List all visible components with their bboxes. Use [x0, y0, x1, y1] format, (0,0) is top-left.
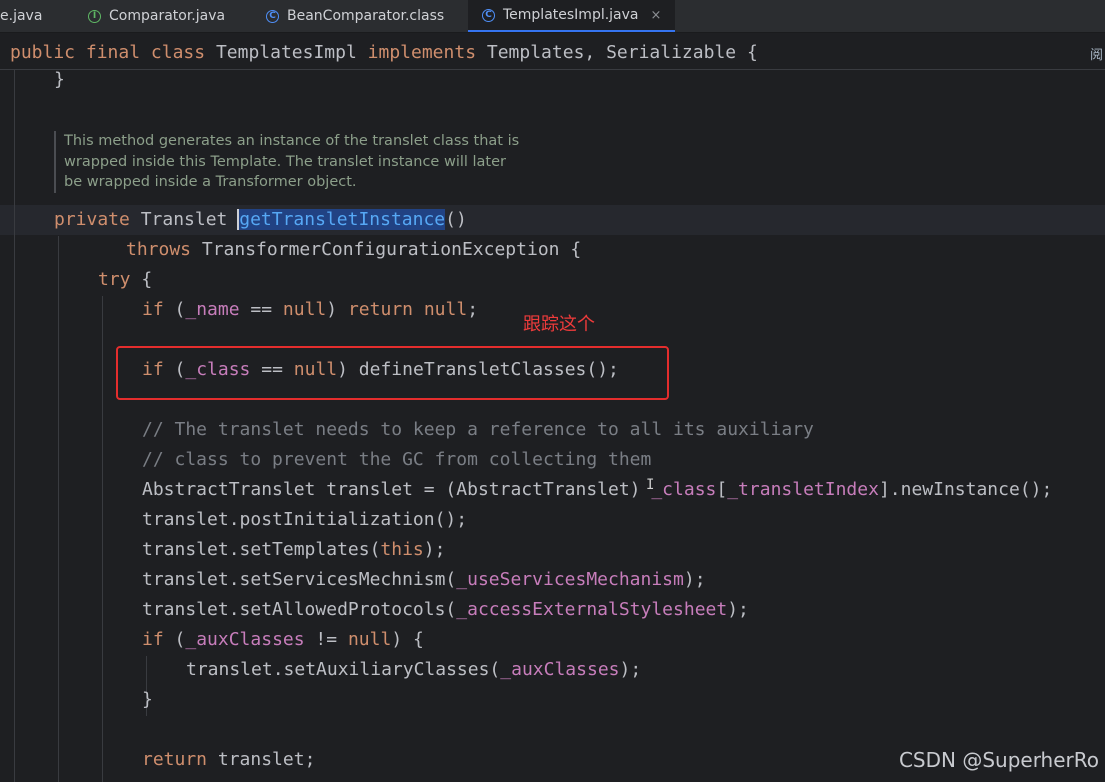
code-line: } [142, 689, 153, 710]
indent-guide [58, 236, 59, 782]
watermark: CSDN @SuperherRo [898, 748, 1099, 772]
class-icon: C [482, 8, 495, 22]
annotation-note: 跟踪这个 [523, 314, 595, 335]
indent-guide [102, 296, 103, 782]
code-line: translet.setTemplates(this); [142, 539, 446, 560]
tab-label: TemplatesImpl.java [503, 7, 639, 23]
code-line: translet.setServicesMechnism(_useService… [142, 569, 706, 590]
sticky-class-header: public final class TemplatesImpl impleme… [0, 33, 1105, 70]
comment-line: // The translet needs to keep a referenc… [142, 419, 814, 440]
editor-tab-bar: e.java I Comparator.java C BeanComparato… [0, 0, 1105, 33]
code-line: if (_auxClasses != null) { [142, 629, 424, 650]
tab-comparator-java[interactable]: I Comparator.java [88, 0, 225, 32]
throws-line: throws TransformerConfigurationException… [126, 239, 582, 260]
close-icon[interactable]: × [651, 8, 662, 23]
if-name-null-line: if (_name == null) return null; [142, 299, 479, 320]
text-cursor-icon: I [646, 477, 655, 493]
interface-icon: I [88, 9, 101, 23]
return-line: return translet; [142, 749, 316, 770]
tab-label: BeanComparator.class [287, 8, 445, 24]
method-declaration-line: private Translet getTransletInstance() [54, 209, 467, 230]
code-line: translet.postInitialization(); [142, 509, 468, 530]
new-instance-line: AbstractTranslet translet = (AbstractTra… [142, 479, 1053, 500]
tab-templatesimpl-java[interactable]: C TemplatesImpl.java × [468, 0, 676, 32]
tab-beancomparator-class[interactable]: C BeanComparator.class [266, 0, 444, 32]
code-line: translet.setAllowedProtocols(_accessExte… [142, 599, 749, 620]
annotation-highlight-box [116, 346, 669, 400]
code-line: } [54, 69, 65, 90]
tab-e-java[interactable]: e.java [0, 0, 42, 32]
javadoc-comment: This method generates an instance of the… [54, 131, 524, 193]
method-name-selected[interactable]: getTransletInstance [239, 209, 446, 230]
try-line: try { [98, 269, 153, 290]
tab-label: Comparator.java [109, 8, 226, 24]
tab-label: e.java [0, 8, 43, 24]
indent-guide [14, 70, 15, 782]
comment-line: // class to prevent the GC from collecti… [142, 449, 652, 470]
reader-mode-icon[interactable]: 阅 [1090, 44, 1103, 63]
code-line: translet.setAuxiliaryClasses(_auxClasses… [186, 659, 642, 680]
class-icon: C [266, 9, 279, 23]
class-declaration-line: public final class TemplatesImpl impleme… [10, 42, 758, 63]
